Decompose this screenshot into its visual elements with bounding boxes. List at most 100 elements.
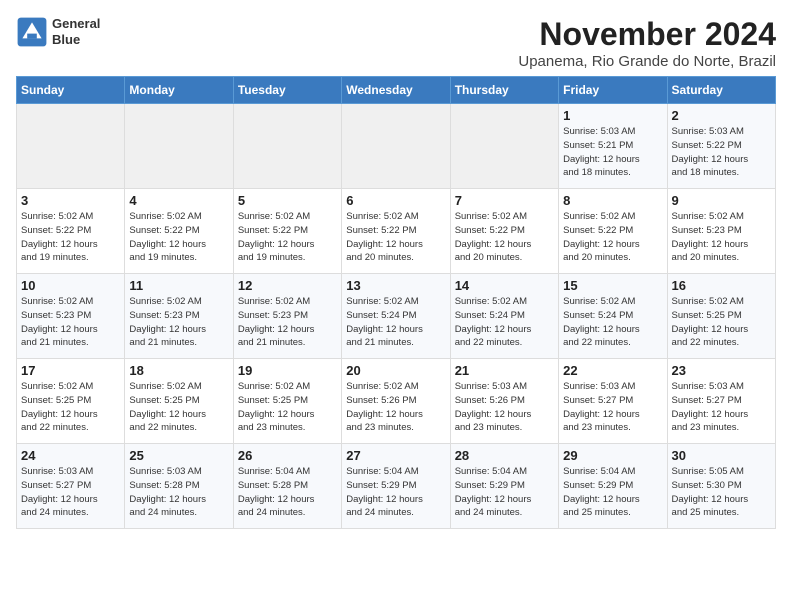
calendar-header: SundayMondayTuesdayWednesdayThursdayFrid… [17, 77, 776, 104]
weekday-header: Friday [559, 77, 667, 104]
calendar-table: SundayMondayTuesdayWednesdayThursdayFrid… [16, 76, 776, 529]
day-info: Sunrise: 5:02 AM Sunset: 5:23 PM Dayligh… [21, 295, 120, 350]
weekday-header: Tuesday [233, 77, 341, 104]
day-number: 29 [563, 448, 662, 463]
day-info: Sunrise: 5:02 AM Sunset: 5:22 PM Dayligh… [129, 210, 228, 265]
day-info: Sunrise: 5:03 AM Sunset: 5:28 PM Dayligh… [129, 465, 228, 520]
calendar-cell: 3 Sunrise: 5:02 AM Sunset: 5:22 PM Daylig… [17, 189, 125, 274]
day-number: 12 [238, 278, 337, 293]
calendar-cell [233, 104, 341, 189]
day-number: 23 [672, 363, 771, 378]
day-number: 8 [563, 193, 662, 208]
calendar-cell: 9 Sunrise: 5:02 AM Sunset: 5:23 PM Daylig… [667, 189, 775, 274]
calendar-cell: 7Sunrise: 5:02 AM Sunset: 5:22 PM Daylig… [450, 189, 558, 274]
day-number: 30 [672, 448, 771, 463]
calendar-cell [342, 104, 450, 189]
day-number: 13 [346, 278, 445, 293]
calendar-cell: 5 Sunrise: 5:02 AM Sunset: 5:22 PM Daylig… [233, 189, 341, 274]
calendar-cell: 19 Sunrise: 5:02 AM Sunset: 5:25 PM Dayli… [233, 359, 341, 444]
calendar-cell: 13 Sunrise: 5:02 AM Sunset: 5:24 PM Dayli… [342, 274, 450, 359]
day-info: Sunrise: 5:02 AM Sunset: 5:22 PM Dayligh… [238, 210, 337, 265]
calendar-week-row: 17 Sunrise: 5:02 AM Sunset: 5:25 PM Dayli… [17, 359, 776, 444]
logo-icon [16, 16, 48, 48]
day-info: Sunrise: 5:02 AM Sunset: 5:25 PM Dayligh… [672, 295, 771, 350]
calendar-cell: 12Sunrise: 5:02 AM Sunset: 5:23 PM Dayli… [233, 274, 341, 359]
calendar-cell: 8 Sunrise: 5:02 AM Sunset: 5:22 PM Daylig… [559, 189, 667, 274]
weekday-header: Saturday [667, 77, 775, 104]
weekday-header: Wednesday [342, 77, 450, 104]
header: General Blue November 2024 Upanema, Rio … [16, 16, 776, 70]
day-info: Sunrise: 5:03 AM Sunset: 5:27 PM Dayligh… [672, 380, 771, 435]
day-info: Sunrise: 5:03 AM Sunset: 5:22 PM Dayligh… [672, 125, 771, 180]
calendar-cell: 18Sunrise: 5:02 AM Sunset: 5:25 PM Dayli… [125, 359, 233, 444]
day-info: Sunrise: 5:02 AM Sunset: 5:24 PM Dayligh… [346, 295, 445, 350]
title-section: November 2024 Upanema, Rio Grande do Nor… [518, 16, 776, 70]
day-number: 27 [346, 448, 445, 463]
calendar-cell: 29 Sunrise: 5:04 AM Sunset: 5:29 PM Dayli… [559, 444, 667, 529]
weekday-header: Thursday [450, 77, 558, 104]
day-info: Sunrise: 5:02 AM Sunset: 5:22 PM Dayligh… [21, 210, 120, 265]
day-info: Sunrise: 5:04 AM Sunset: 5:29 PM Dayligh… [455, 465, 554, 520]
day-number: 28 [455, 448, 554, 463]
day-info: Sunrise: 5:03 AM Sunset: 5:26 PM Dayligh… [455, 380, 554, 435]
day-info: Sunrise: 5:02 AM Sunset: 5:22 PM Dayligh… [455, 210, 554, 265]
day-info: Sunrise: 5:02 AM Sunset: 5:24 PM Dayligh… [455, 295, 554, 350]
day-number: 9 [672, 193, 771, 208]
day-info: Sunrise: 5:04 AM Sunset: 5:28 PM Dayligh… [238, 465, 337, 520]
day-info: Sunrise: 5:02 AM Sunset: 5:25 PM Dayligh… [21, 380, 120, 435]
day-info: Sunrise: 5:04 AM Sunset: 5:29 PM Dayligh… [563, 465, 662, 520]
calendar-cell: 24Sunrise: 5:03 AM Sunset: 5:27 PM Dayli… [17, 444, 125, 529]
calendar-cell: 11Sunrise: 5:02 AM Sunset: 5:23 PM Dayli… [125, 274, 233, 359]
calendar-week-row: 10Sunrise: 5:02 AM Sunset: 5:23 PM Dayli… [17, 274, 776, 359]
calendar-cell: 27 Sunrise: 5:04 AM Sunset: 5:29 PM Dayli… [342, 444, 450, 529]
day-number: 15 [563, 278, 662, 293]
calendar-cell: 15 Sunrise: 5:02 AM Sunset: 5:24 PM Dayli… [559, 274, 667, 359]
day-info: Sunrise: 5:05 AM Sunset: 5:30 PM Dayligh… [672, 465, 771, 520]
day-number: 6 [346, 193, 445, 208]
day-number: 22 [563, 363, 662, 378]
calendar-cell [17, 104, 125, 189]
weekday-header: Sunday [17, 77, 125, 104]
calendar-cell [450, 104, 558, 189]
day-number: 24 [21, 448, 120, 463]
day-number: 25 [129, 448, 228, 463]
day-number: 19 [238, 363, 337, 378]
day-info: Sunrise: 5:04 AM Sunset: 5:29 PM Dayligh… [346, 465, 445, 520]
location-title: Upanema, Rio Grande do Norte, Brazil [518, 53, 776, 70]
day-number: 18 [129, 363, 228, 378]
calendar-week-row: 3 Sunrise: 5:02 AM Sunset: 5:22 PM Daylig… [17, 189, 776, 274]
day-info: Sunrise: 5:02 AM Sunset: 5:24 PM Dayligh… [563, 295, 662, 350]
calendar-cell: 10Sunrise: 5:02 AM Sunset: 5:23 PM Dayli… [17, 274, 125, 359]
calendar-cell: 28 Sunrise: 5:04 AM Sunset: 5:29 PM Dayli… [450, 444, 558, 529]
day-info: Sunrise: 5:03 AM Sunset: 5:27 PM Dayligh… [563, 380, 662, 435]
day-info: Sunrise: 5:03 AM Sunset: 5:21 PM Dayligh… [563, 125, 662, 180]
calendar-cell [125, 104, 233, 189]
day-number: 2 [672, 108, 771, 123]
calendar-cell: 2 Sunrise: 5:03 AM Sunset: 5:22 PM Daylig… [667, 104, 775, 189]
logo: General Blue [16, 16, 100, 48]
day-number: 20 [346, 363, 445, 378]
calendar-cell: 22 Sunrise: 5:03 AM Sunset: 5:27 PM Dayli… [559, 359, 667, 444]
day-number: 5 [238, 193, 337, 208]
day-number: 3 [21, 193, 120, 208]
calendar-cell: 17 Sunrise: 5:02 AM Sunset: 5:25 PM Dayli… [17, 359, 125, 444]
calendar-cell: 6 Sunrise: 5:02 AM Sunset: 5:22 PM Daylig… [342, 189, 450, 274]
day-number: 21 [455, 363, 554, 378]
day-info: Sunrise: 5:02 AM Sunset: 5:22 PM Dayligh… [346, 210, 445, 265]
month-title: November 2024 [518, 16, 776, 53]
calendar-cell: 1Sunrise: 5:03 AM Sunset: 5:21 PM Daylig… [559, 104, 667, 189]
day-info: Sunrise: 5:02 AM Sunset: 5:22 PM Dayligh… [563, 210, 662, 265]
calendar-cell: 21 Sunrise: 5:03 AM Sunset: 5:26 PM Dayli… [450, 359, 558, 444]
calendar-cell: 26Sunrise: 5:04 AM Sunset: 5:28 PM Dayli… [233, 444, 341, 529]
day-number: 17 [21, 363, 120, 378]
day-number: 16 [672, 278, 771, 293]
calendar-cell: 4Sunrise: 5:02 AM Sunset: 5:22 PM Daylig… [125, 189, 233, 274]
day-info: Sunrise: 5:02 AM Sunset: 5:25 PM Dayligh… [238, 380, 337, 435]
calendar-cell: 20Sunrise: 5:02 AM Sunset: 5:26 PM Dayli… [342, 359, 450, 444]
calendar-cell: 23 Sunrise: 5:03 AM Sunset: 5:27 PM Dayli… [667, 359, 775, 444]
day-info: Sunrise: 5:02 AM Sunset: 5:23 PM Dayligh… [672, 210, 771, 265]
calendar-week-row: 1Sunrise: 5:03 AM Sunset: 5:21 PM Daylig… [17, 104, 776, 189]
logo-line2: Blue [52, 32, 100, 48]
calendar-cell: 25 Sunrise: 5:03 AM Sunset: 5:28 PM Dayli… [125, 444, 233, 529]
weekday-header: Monday [125, 77, 233, 104]
